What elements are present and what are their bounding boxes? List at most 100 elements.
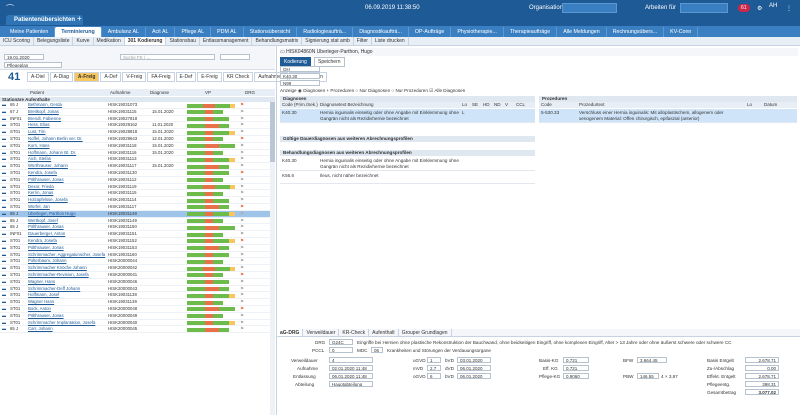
table-row[interactable]: ▬ ST01 Würthrauser, Johann HISK19031117 15.0… xyxy=(0,163,270,170)
table-row[interactable]: ▬ ST01 Wagner, Hans HISK20000046 ⚑ xyxy=(0,279,270,286)
tab-13[interactable]: Rechnungsübers... xyxy=(607,27,665,37)
row-flag-icon[interactable]: ⚑ xyxy=(240,170,244,177)
subtab-3[interactable]: Medikation xyxy=(94,37,125,45)
drg-tab-3[interactable]: Aufenthalt xyxy=(369,329,399,336)
subtab-4[interactable]: 301 Kodierung xyxy=(124,37,167,45)
row-flag-icon[interactable]: ⚑ xyxy=(240,184,244,191)
tab-5[interactable]: PDM AL xyxy=(211,27,244,37)
scroll-thumb[interactable] xyxy=(270,102,275,162)
table-row[interactable]: ▬ INF01 Dauerberger, Anton HISK19031151 ⚑ xyxy=(0,231,270,238)
row-flag-icon[interactable]: ⚑ xyxy=(240,252,244,259)
table-row[interactable]: ▬ ST01 Schrimmacher-Revision, Josefa HISK20… xyxy=(0,272,270,279)
subtab-1[interactable]: Belegungsliste xyxy=(34,37,74,45)
filter-select-a[interactable] xyxy=(220,54,250,60)
tab-1[interactable]: Terminierung xyxy=(55,27,102,37)
col-patient[interactable]: Patient xyxy=(30,89,44,96)
subtab-0[interactable]: ICU Scoring xyxy=(0,37,34,45)
fall-select[interactable]: Pflegeplan Aufnahmetag/kas xyxy=(4,62,62,68)
table-row[interactable]: ▬ 65 J Bethmann, Gerda HISK19031073 ⚑ xyxy=(0,102,270,109)
row-flag-icon[interactable]: ⚑ xyxy=(240,163,244,170)
drg-tab-4[interactable]: Grouper Grundlagen xyxy=(399,329,452,336)
tab-3[interactable]: Acit AL xyxy=(146,27,176,37)
filter-tab-2[interactable]: A-Freig xyxy=(73,72,100,82)
table-row[interactable]: ▬ ST01 Schrimmacher Knöche Johann HISK20000… xyxy=(0,265,270,272)
table-row[interactable]: ▬ ST01 Pölthrauser, Jonas HISK19031153 ⚑ xyxy=(0,245,270,252)
filter-tab-7[interactable]: E-Freig xyxy=(197,72,222,82)
tab-6[interactable]: Stationsübersicht xyxy=(244,27,298,37)
table-row[interactable]: ▬ 65 J Uberleger, Parthon Hugo HISK19031148… xyxy=(0,210,270,218)
row-flag-icon[interactable]: ⚑ xyxy=(240,258,244,265)
beh-row-2[interactable]: K56.6 Ileus, nicht näher bezeichnet xyxy=(280,172,535,184)
settings-icon[interactable]: ⚙ xyxy=(757,5,762,12)
table-row[interactable]: ▬ 65 J Carr, Johann HISK20000045 ⚑ xyxy=(0,326,270,334)
row-flag-icon[interactable]: ⚑ xyxy=(240,122,244,129)
tab-9[interactable]: OP-Aufträge xyxy=(409,27,452,37)
filter-tab-4[interactable]: V-Freig xyxy=(122,72,147,82)
row-flag-icon[interactable]: ⚑ xyxy=(240,156,244,163)
tab-4[interactable]: Pflege AL xyxy=(175,27,212,37)
tab-0[interactable]: Meine Patienten xyxy=(4,27,56,37)
table-row[interactable]: ▬ ST01 Kendra, Josefa HISK19031152 ⚑ xyxy=(0,238,270,245)
search-input[interactable]: Suche FK / ... xyxy=(120,54,215,60)
work-for-select[interactable] xyxy=(680,3,728,13)
row-flag-icon[interactable]: ⚑ xyxy=(240,272,244,279)
filter-tab-0[interactable]: A-Diel xyxy=(27,72,49,82)
row-flag-icon[interactable]: ⚑ xyxy=(240,218,244,225)
proc-row[interactable]: 5-530.33 Verschluss einer Hernia inguina… xyxy=(539,109,797,123)
table-row[interactable]: ▬ ST01 Schrimmacher Implantation, Josefa HI… xyxy=(0,320,270,327)
col-drg[interactable]: DRG xyxy=(245,89,255,96)
row-flag-icon[interactable]: ⚑ xyxy=(240,326,244,333)
table-row[interactable]: ▬ ST01 Pölthrauser, Jonas HISK20000049 ⚑ xyxy=(0,313,270,320)
row-flag-icon[interactable]: ⚑ xyxy=(240,313,244,320)
row-flag-icon[interactable]: ⚑ xyxy=(240,177,244,184)
row-flag-icon[interactable]: ⚑ xyxy=(240,116,244,123)
drg-tab-1[interactable]: Verweildauer xyxy=(303,329,340,336)
subtab-10[interactable]: Liste drucken xyxy=(372,37,409,45)
org-select[interactable] xyxy=(562,3,617,13)
add-tab-icon[interactable]: + xyxy=(77,14,82,23)
table-row[interactable]: ▬ 67 J Breitkopf, Jonas HISK19031115 15.01.2… xyxy=(0,109,270,116)
row-flag-icon[interactable]: ⚑ xyxy=(240,109,244,116)
table-row[interactable]: ▬ ST01 Würfel, Jan HISK19031117 ⚑ xyxy=(0,204,270,211)
table-row[interactable]: ▬ ST01 Lust, Tim HISK19028818 15.01.2020 ⚑ xyxy=(0,129,270,136)
row-flag-icon[interactable]: ⚑ xyxy=(240,211,244,218)
tab-8[interactable]: Diagnostikaufträ... xyxy=(353,27,409,37)
row-flag-icon[interactable]: ⚑ xyxy=(240,245,244,252)
table-row[interactable]: ▬ ST01 Schrimmacher, Aggregatunscher, Jose… xyxy=(0,252,270,259)
table-row[interactable]: ▬ ST01 Noffel, Johann Berlin ver. Dr. HISK1… xyxy=(0,136,270,143)
table-row[interactable]: ▬ ST01 Hoffmann, Johann Bt. Dr. HISK1903111… xyxy=(0,150,270,157)
row-flag-icon[interactable]: ⚑ xyxy=(240,224,244,231)
col-diagnose[interactable]: Diagnose xyxy=(150,89,169,96)
tab-7[interactable]: Radiologieaufträ... xyxy=(297,27,354,37)
row-flag-icon[interactable]: ⚑ xyxy=(240,197,244,204)
tab-patientenuebersichten[interactable]: Patientenübersichten xyxy=(6,15,84,25)
avatar[interactable]: AH xyxy=(769,3,777,9)
row-flag-icon[interactable]: ⚑ xyxy=(240,320,244,327)
table-row[interactable]: ▬ ST01 Wagner Hans HISK19031139 ⚑ xyxy=(0,299,270,306)
table-row[interactable]: ▬ ST01 Korn, Hans HISK19031118 15.01.2020 ⚑ xyxy=(0,143,270,150)
row-flag-icon[interactable]: ⚑ xyxy=(240,129,244,136)
beh-row-1[interactable]: K40.30 Hernia inguinalis einseitig oder … xyxy=(280,157,535,171)
col-aufnahme[interactable]: Aufnahme xyxy=(110,89,131,96)
notification-badge[interactable]: 61 xyxy=(738,4,750,12)
table-row[interactable]: ▬ INF01 Brendt, Fabienne HISK19027818 ⚑ xyxy=(0,116,270,123)
filter-tab-8[interactable]: KR Check xyxy=(222,72,254,82)
tab-11[interactable]: Therapieaufträge xyxy=(504,27,558,37)
code-box-3[interactable]: N99 xyxy=(280,80,320,86)
table-row[interactable]: ▬ 65 J Pölthrauser, Jonas HISK19031150 ⚑ xyxy=(0,224,270,232)
table-row[interactable]: ▬ ST01 Kendra, Josefa HISK19031130 ⚑ xyxy=(0,170,270,177)
table-row[interactable]: ▬ 65 J Wertkopf, Josef HISK19031149 ⚑ xyxy=(0,218,270,225)
row-flag-icon[interactable]: ⚑ xyxy=(240,204,244,211)
row-flag-icon[interactable]: ⚑ xyxy=(240,279,244,286)
code-box-1[interactable]: OH xyxy=(280,66,320,72)
row-flag-icon[interactable]: ⚑ xyxy=(240,265,244,272)
row-flag-icon[interactable]: ⚑ xyxy=(240,102,244,109)
filter-tab-1[interactable]: A-Diag xyxy=(49,72,73,82)
col-vp[interactable]: VP xyxy=(205,89,211,96)
subtab-5[interactable]: Stationsbau xyxy=(166,37,200,45)
row-flag-icon[interactable]: ⚑ xyxy=(240,231,244,238)
row-flag-icon[interactable]: ⚑ xyxy=(240,292,244,299)
filter-tab-3[interactable]: A-Def xyxy=(100,72,122,82)
row-flag-icon[interactable]: ⚑ xyxy=(240,299,244,306)
abteilung-select[interactable]: Hauptabteilung xyxy=(329,381,373,387)
